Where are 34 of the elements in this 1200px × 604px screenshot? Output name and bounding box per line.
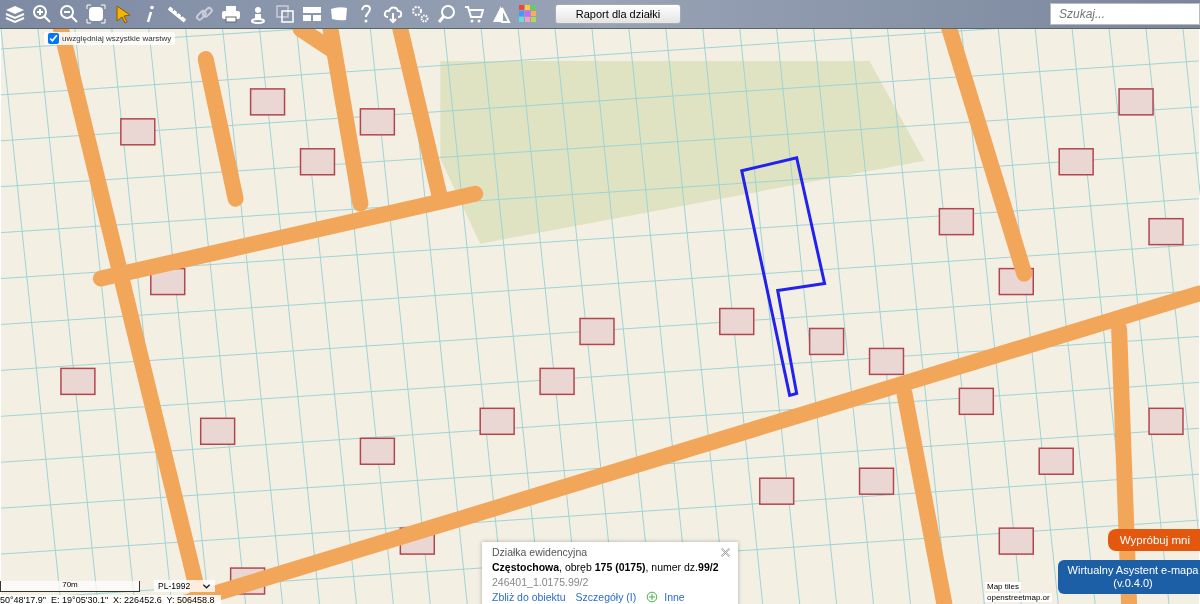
zoom-in-icon[interactable] bbox=[32, 4, 52, 24]
full-extent-icon[interactable] bbox=[86, 4, 106, 24]
link-icon[interactable] bbox=[194, 4, 214, 24]
sail-icon[interactable] bbox=[491, 4, 511, 24]
search-field[interactable]: Szukaj... bbox=[1050, 3, 1200, 25]
ruler-icon[interactable] bbox=[167, 4, 187, 24]
search-icon[interactable] bbox=[437, 4, 457, 24]
color-grid-icon[interactable] bbox=[518, 4, 538, 24]
layout-icon[interactable] bbox=[302, 4, 322, 24]
zoom-out-icon[interactable] bbox=[59, 4, 79, 24]
parcel-identifier: 246401_1.0175.99/2 bbox=[492, 576, 590, 588]
layers-checkbox[interactable] bbox=[48, 33, 59, 44]
close-icon[interactable] bbox=[719, 546, 732, 559]
attribution-text: Map tiles bbox=[985, 582, 1021, 591]
coordinates-text: 50°48'17.9" E: 19°05'30.1" X: 226452.6 Y: 506458.8 bbox=[0, 595, 221, 604]
popup-link[interactable]: Zbliż do obiektu bbox=[492, 591, 566, 603]
more-link[interactable]: Inne bbox=[664, 591, 685, 603]
printer-icon[interactable] bbox=[221, 4, 241, 24]
attribution-text: openstreetmap.or bbox=[985, 593, 1052, 602]
cloud-download-icon[interactable] bbox=[383, 4, 403, 24]
popup-title: Działka ewidencyjna bbox=[492, 546, 589, 558]
scale-bar: 70m bbox=[0, 581, 140, 592]
projection-dropdown[interactable]: PL-1992 bbox=[154, 580, 216, 592]
windows-icon[interactable] bbox=[275, 4, 295, 24]
layers-icon[interactable] bbox=[5, 4, 25, 24]
report-button[interactable]: Raport dla działki bbox=[555, 4, 681, 24]
assistant-button[interactable]: Wirtualny Asystent e-mapa (v.0.4.0) bbox=[1058, 560, 1200, 594]
popup-link[interactable]: Szczegóły (I) bbox=[575, 591, 637, 603]
parcel-description: Częstochowa, obręb 175 (0175), numer dz.99/2 bbox=[492, 561, 720, 573]
cart-icon[interactable] bbox=[464, 4, 484, 24]
try-button[interactable]: Wypróbuj mni bbox=[1107, 529, 1200, 551]
pointer-icon[interactable] bbox=[113, 4, 133, 24]
plus-icon[interactable] bbox=[646, 591, 659, 603]
checkbox-label: uwzględniaj wszystkie warstwy bbox=[62, 34, 172, 43]
